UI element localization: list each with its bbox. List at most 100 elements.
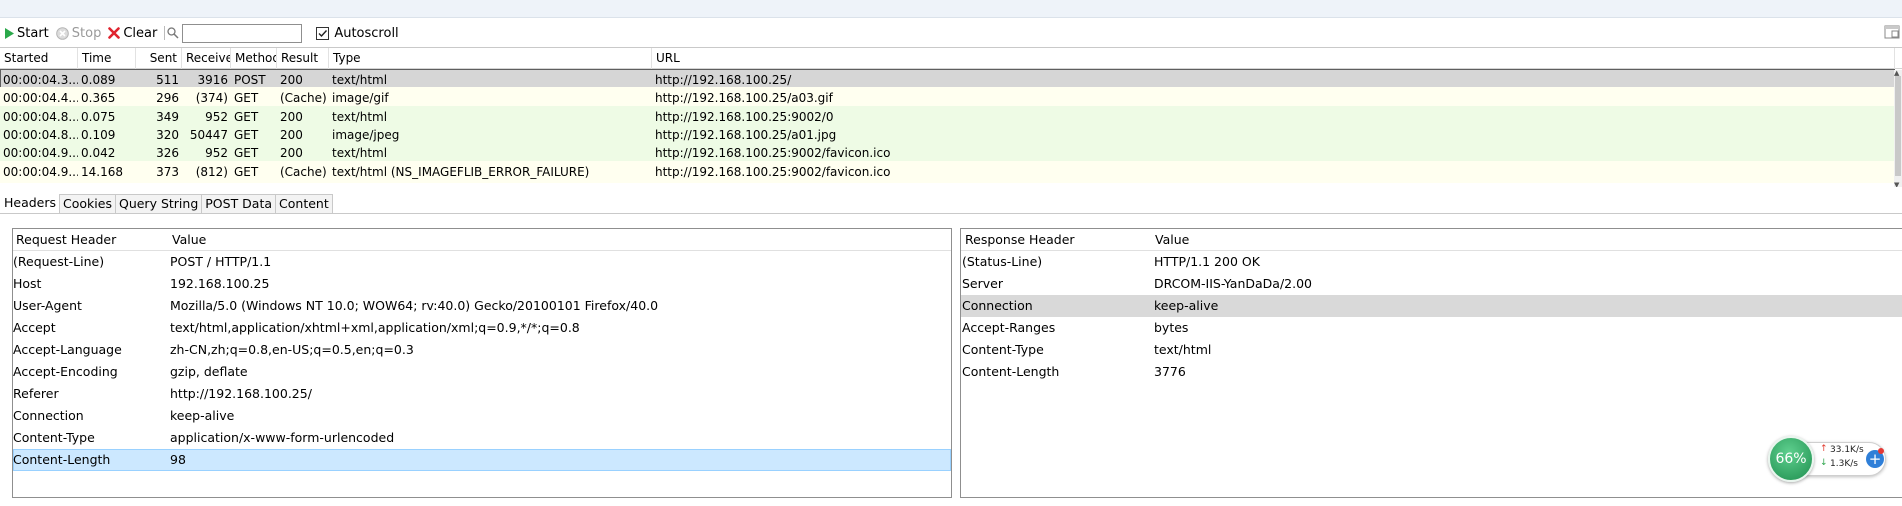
tab-post-data[interactable]: POST Data	[201, 194, 277, 213]
header-name: User-Agent	[13, 298, 82, 313]
response-header-column: Response Header	[965, 232, 1075, 247]
request-header-row[interactable]: Referer http://192.168.100.25/	[13, 383, 951, 405]
request-header-column: Request Header	[16, 232, 117, 247]
cell-time: 14.168	[81, 164, 123, 179]
autoscroll-toggle[interactable]: Autoscroll	[316, 25, 399, 41]
window-dock-icon[interactable]	[1884, 25, 1900, 39]
header-name: Accept-Language	[13, 342, 122, 357]
request-header-row[interactable]: Accept-Encoding gzip, deflate	[13, 361, 951, 383]
header-value: HTTP/1.1 200 OK	[1154, 254, 1260, 269]
upload-arrow-icon: ↑	[1820, 444, 1828, 454]
request-header-row[interactable]: Content-Length 98	[13, 449, 951, 471]
cell-received: (812)	[195, 164, 228, 179]
request-value-column: Value	[172, 232, 207, 247]
column-header-time[interactable]: Time	[78, 48, 136, 69]
tab-query-string[interactable]: Query String	[114, 194, 203, 213]
clear-button[interactable]: Clear	[105, 22, 160, 44]
request-row[interactable]: 00:00:04.9... 14.168 373 (812) GET (Cache) tex…	[0, 160, 1895, 183]
header-name: (Status-Line)	[962, 254, 1043, 269]
request-list: StartedTimeSentReceivedMethodResultTypeU…	[0, 47, 1902, 187]
tab-content[interactable]: Content	[275, 194, 333, 213]
header-name: Content-Type	[962, 342, 1044, 357]
download-speed: 1.3K/s	[1830, 459, 1858, 469]
header-name: Connection	[13, 408, 84, 423]
stop-icon	[55, 26, 69, 40]
tab-cookies[interactable]: Cookies	[59, 194, 116, 213]
column-header-sent[interactable]: Sent	[136, 48, 182, 69]
stop-label: Stop	[71, 25, 102, 41]
autoscroll-checkbox[interactable]	[316, 26, 330, 40]
request-headers-panel: Request Header Value (Request-Line) POST …	[12, 228, 952, 498]
request-header-row[interactable]: (Request-Line) POST / HTTP/1.1	[13, 251, 951, 273]
cell-type: text/html (NS_IMAGEFLIB_ERROR_FAILURE)	[332, 164, 590, 179]
header-value: application/x-www-form-urlencoded	[170, 430, 395, 445]
request-headers-list: (Request-Line) POST / HTTP/1.1 Host 192.168…	[13, 251, 951, 471]
column-header-result[interactable]: Result	[277, 48, 329, 69]
column-header-method[interactable]: Method	[231, 48, 277, 69]
request-header-row[interactable]: Accept-Language zh-CN,zh;q=0.8,en-US;q=0.…	[13, 339, 951, 361]
response-headers-list: (Status-Line) HTTP/1.1 200 OK Server DRCOM-…	[961, 251, 1902, 383]
header-value: http://192.168.100.25/	[170, 386, 312, 401]
response-value-column: Value	[1155, 232, 1190, 247]
scrollbar-thumb[interactable]	[1895, 76, 1901, 176]
response-header-row[interactable]: Content-Type text/html	[961, 339, 1902, 361]
download-arrow-icon: ↓	[1820, 458, 1828, 468]
header-value: 3776	[1154, 364, 1186, 379]
search-icon	[167, 27, 179, 39]
response-header-row[interactable]: Accept-Ranges bytes	[961, 317, 1902, 339]
cell-url: http://192.168.100.25:9002/favicon.ico	[655, 164, 891, 179]
header-value: gzip, deflate	[170, 364, 248, 379]
cell-method: GET	[234, 164, 259, 179]
header-value: text/html,application/xhtml+xml,applicat…	[170, 320, 580, 335]
header-name: Accept	[13, 320, 56, 335]
response-headers-header: Response Header Value	[961, 229, 1902, 251]
header-name: Content-Type	[13, 430, 95, 445]
header-name: Server	[962, 276, 1003, 291]
response-headers-panel: Response Header Value (Status-Line) HTTP/…	[960, 228, 1902, 498]
header-value: keep-alive	[1154, 298, 1219, 313]
start-button[interactable]: Start	[1, 22, 52, 44]
response-header-row[interactable]: Content-Length 3776	[961, 361, 1902, 383]
response-header-row[interactable]: Server DRCOM-IIS-YanDaDa/2.00	[961, 273, 1902, 295]
stop-button[interactable]: Stop	[53, 22, 105, 44]
column-header-url[interactable]: URL	[652, 48, 1895, 69]
request-header-row[interactable]: Host 192.168.100.25	[13, 273, 951, 295]
toolbar-separator	[164, 26, 166, 40]
title-bar-strip	[0, 0, 1902, 18]
column-header-started[interactable]: Started	[0, 48, 78, 69]
request-header-row[interactable]: Content-Type application/x-www-form-urlen…	[13, 427, 951, 449]
request-header-row[interactable]: Accept text/html,application/xhtml+xml,ap…	[13, 317, 951, 339]
network-speed-widget[interactable]: 66% ↑ 33.1K/s ↓ 1.3K/s +	[1768, 436, 1888, 482]
cell-result: (Cache)	[280, 164, 327, 179]
column-header-type[interactable]: Type	[329, 48, 652, 69]
request-header-row[interactable]: User-Agent Mozilla/5.0 (Windows NT 10.0; …	[13, 295, 951, 317]
header-value: text/html	[1154, 342, 1212, 357]
response-header-row[interactable]: (Status-Line) HTTP/1.1 200 OK	[961, 251, 1902, 273]
autoscroll-label: Autoscroll	[334, 25, 399, 41]
header-name: Accept-Encoding	[13, 364, 118, 379]
usage-percent-badge[interactable]: 66%	[1768, 436, 1814, 482]
response-header-row[interactable]: Connection keep-alive	[961, 295, 1902, 317]
scroll-down-icon[interactable]: ▼	[1894, 182, 1899, 188]
column-header-received[interactable]: Received	[182, 48, 231, 69]
header-name: Referer	[13, 386, 59, 401]
header-value: zh-CN,zh;q=0.8,en-US;q=0.5,en;q=0.3	[170, 342, 414, 357]
start-label: Start	[17, 25, 49, 41]
header-name: Content-Length	[962, 364, 1060, 379]
header-value: Mozilla/5.0 (Windows NT 10.0; WOW64; rv:…	[170, 298, 659, 313]
header-value: 192.168.100.25	[170, 276, 270, 291]
filter-input[interactable]	[182, 23, 303, 43]
header-name: Connection	[962, 298, 1033, 313]
request-header-row[interactable]: Connection keep-alive	[13, 405, 951, 427]
tab-headers[interactable]: Headers	[0, 193, 61, 213]
request-headers-header: Request Header Value	[13, 229, 951, 251]
play-icon	[5, 27, 14, 39]
upload-speed: 33.1K/s	[1830, 445, 1864, 455]
header-name: Content-Length	[13, 452, 111, 467]
header-value: DRCOM-IIS-YanDaDa/2.00	[1154, 276, 1312, 291]
request-list-scrollbar[interactable]: ▲ ▼	[1894, 70, 1902, 187]
header-value: bytes	[1154, 320, 1189, 335]
request-list-header: StartedTimeSentReceivedMethodResultTypeU…	[0, 48, 1902, 69]
notification-dot	[1878, 448, 1884, 454]
header-value: 98	[170, 452, 186, 467]
